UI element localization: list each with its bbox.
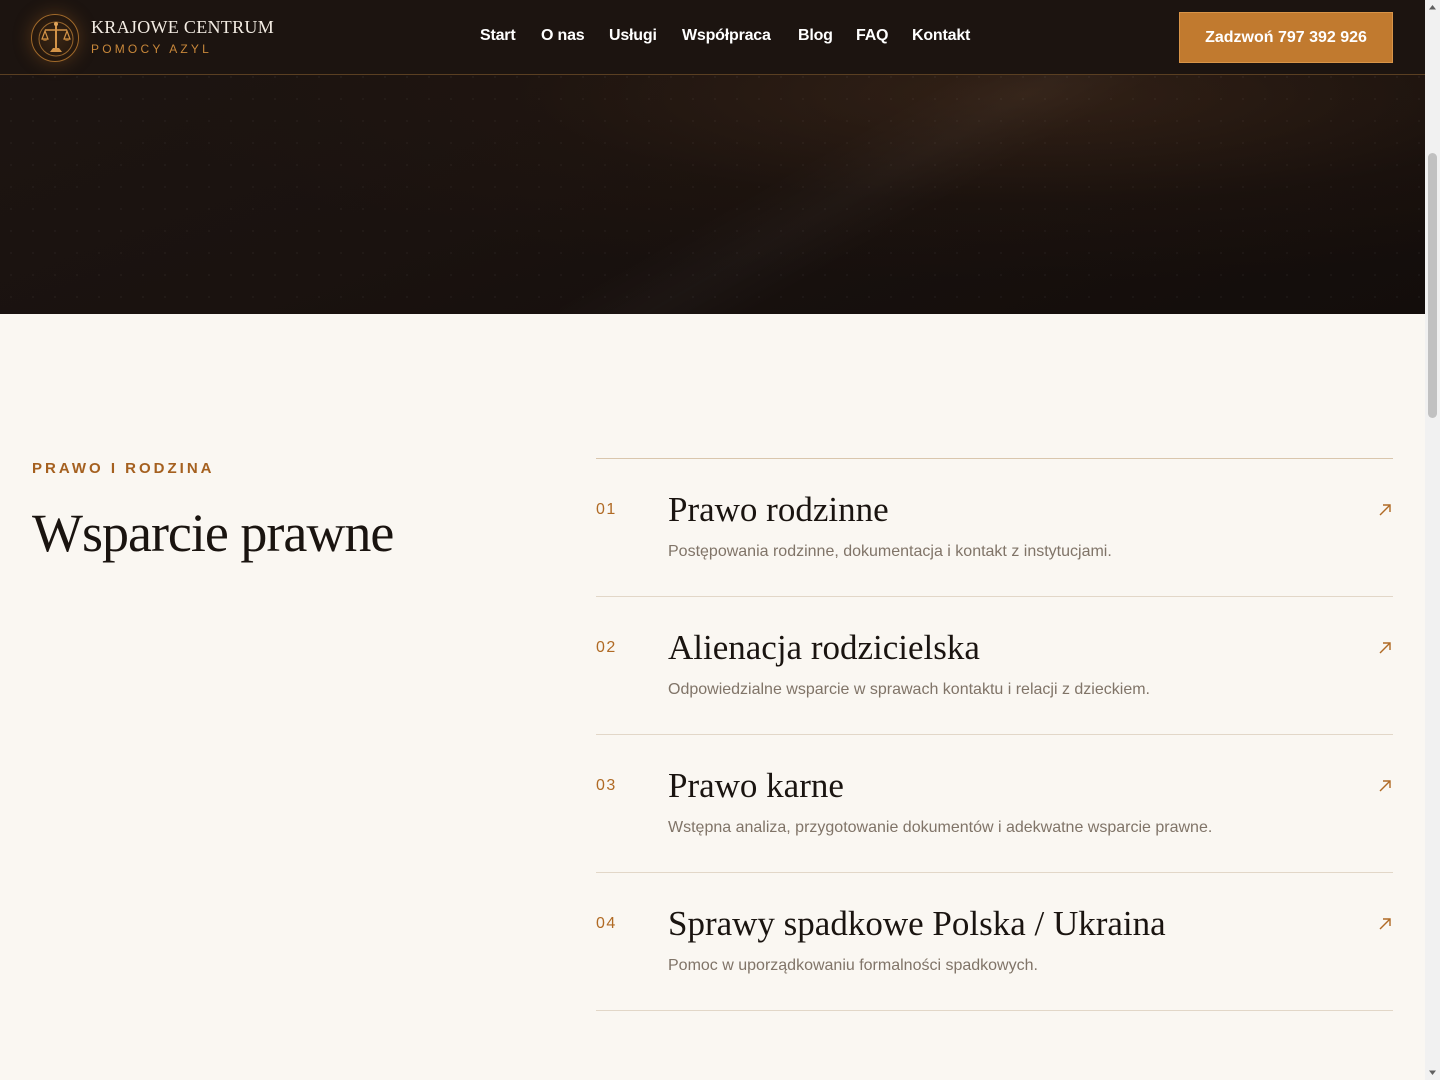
service-description: Wstępna analiza, przygotowanie dokumentó… <box>668 819 1213 836</box>
service-item-alienacja-rodzicielska[interactable]: 02 Alienacja rodzicielska Odpowiedzialne… <box>596 597 1393 735</box>
hero-light-streak <box>560 60 1160 320</box>
scroll-down-arrow-icon[interactable] <box>1425 1065 1440 1080</box>
service-description: Pomoc w uporządkowaniu formalności spadk… <box>668 957 1038 974</box>
service-item-prawo-rodzinne[interactable]: 01 Prawo rodzinne Postępowania rodzinne,… <box>596 459 1393 597</box>
service-title[interactable]: Sprawy spadkowe Polska / Ukraina <box>668 904 1166 944</box>
service-item-prawo-karne[interactable]: 03 Prawo karne Wstępna analiza, przygoto… <box>596 735 1393 873</box>
nav-item-o-nas[interactable]: O nas <box>541 27 585 45</box>
service-number: 02 <box>596 639 617 656</box>
scroll-up-arrow-icon[interactable] <box>1425 0 1440 15</box>
call-button[interactable]: Zadzwoń 797 392 926 <box>1179 12 1393 63</box>
services-list: 01 Prawo rodzinne Postępowania rodzinne,… <box>596 458 1393 1011</box>
service-number: 03 <box>596 777 617 794</box>
service-title[interactable]: Alienacja rodzicielska <box>668 628 980 668</box>
nav-item-blog[interactable]: Blog <box>798 27 833 45</box>
brand-subtitle[interactable]: POMOCY AZYL <box>91 42 212 56</box>
scrollbar-thumb[interactable] <box>1428 153 1437 418</box>
nav-item-wspolpraca[interactable]: Współpraca <box>682 27 771 45</box>
arrow-up-right-icon[interactable] <box>1377 916 1393 932</box>
nav-item-start[interactable]: Start <box>480 27 516 45</box>
site-header: KRAJOWE CENTRUM POMOCY AZYL Start O nas … <box>0 0 1425 75</box>
section-eyebrow: PRAWO I RODZINA <box>32 460 215 477</box>
vertical-scrollbar[interactable] <box>1425 0 1440 1080</box>
scales-of-justice-emblem-icon[interactable] <box>31 14 79 62</box>
arrow-up-right-icon[interactable] <box>1377 502 1393 518</box>
service-number: 01 <box>596 501 617 518</box>
service-item-sprawy-spadkowe[interactable]: 04 Sprawy spadkowe Polska / Ukraina Pomo… <box>596 873 1393 1011</box>
arrow-up-right-icon[interactable] <box>1377 778 1393 794</box>
service-number: 04 <box>596 915 617 932</box>
nav-item-faq[interactable]: FAQ <box>856 27 888 45</box>
service-description: Odpowiedzialne wsparcie w sprawach konta… <box>668 681 1150 698</box>
nav-item-kontakt[interactable]: Kontakt <box>912 27 970 45</box>
service-description: Postępowania rodzinne, dokumentacja i ko… <box>668 543 1112 560</box>
brand-title[interactable]: KRAJOWE CENTRUM <box>91 17 274 38</box>
nav-item-uslugi[interactable]: Usługi <box>609 27 657 45</box>
arrow-up-right-icon[interactable] <box>1377 640 1393 656</box>
section-title: Wsparcie prawne <box>32 503 394 563</box>
service-title[interactable]: Prawo rodzinne <box>668 490 889 530</box>
service-title[interactable]: Prawo karne <box>668 766 844 806</box>
page: KRAJOWE CENTRUM POMOCY AZYL Start O nas … <box>0 0 1425 1080</box>
